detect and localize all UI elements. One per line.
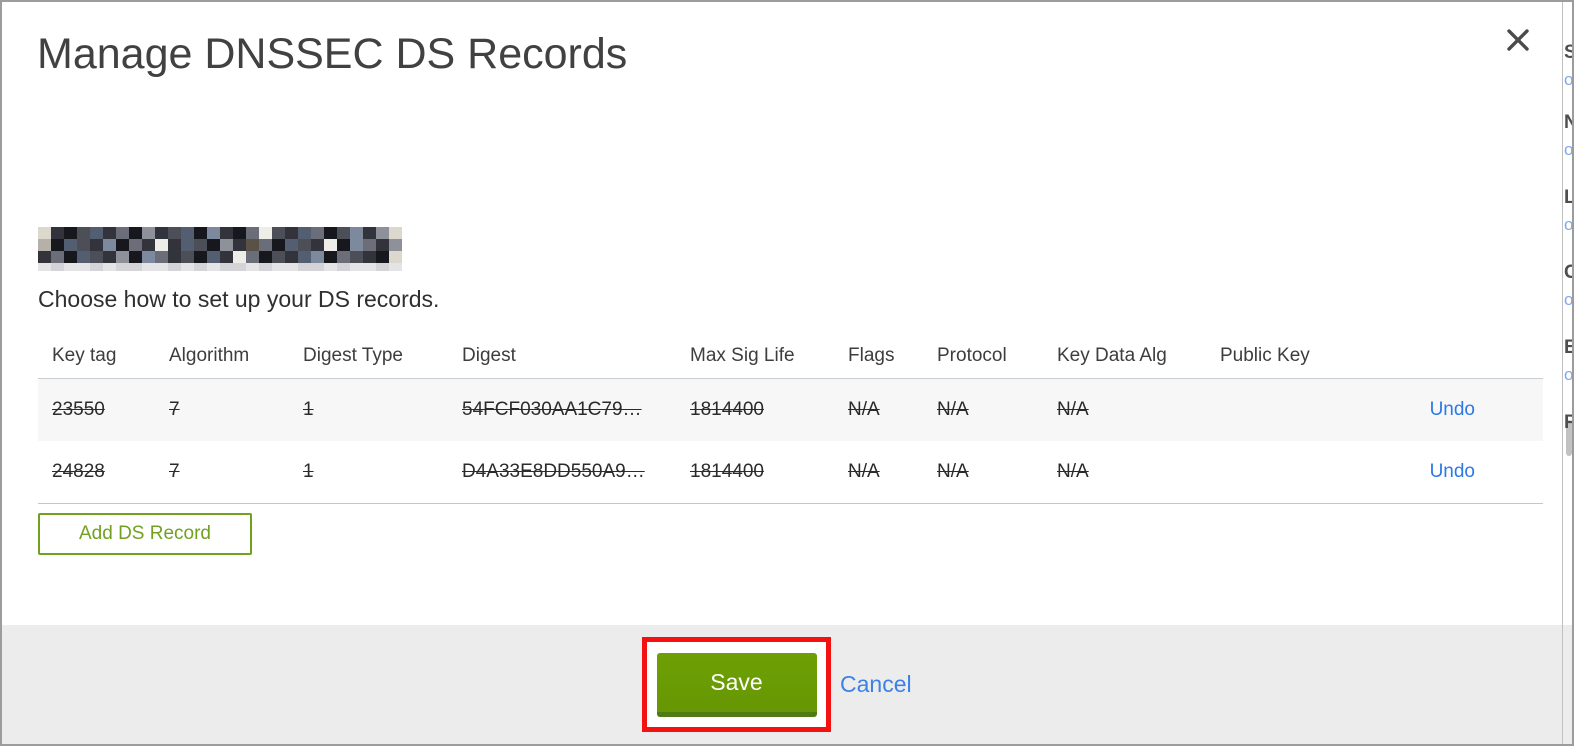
- cell-key-tag: 24828: [52, 461, 105, 482]
- cell-protocol: N/A: [937, 461, 969, 482]
- col-header-public-key: Public Key: [1220, 345, 1310, 366]
- col-header-max-sig-life: Max Sig Life: [690, 345, 795, 366]
- dialog-title: Manage DNSSEC DS Records: [37, 30, 628, 78]
- cell-algorithm: 7: [169, 399, 180, 420]
- cancel-link[interactable]: Cancel: [840, 671, 912, 698]
- cell-digest: D4A33E8DD550A9…: [462, 461, 645, 482]
- background-text-fragment: o: [1564, 140, 1572, 159]
- manage-dnssec-screenshot: Manage DNSSEC DS Records Choose how to s…: [0, 0, 1574, 746]
- col-header-algorithm: Algorithm: [169, 345, 250, 366]
- background-text-fragment: o: [1564, 215, 1572, 234]
- ds-record-row: 24828 7 1 D4A33E8DD550A9… 1814400 N/A N/…: [38, 441, 1543, 504]
- col-header-key-tag: Key tag: [52, 345, 117, 366]
- background-text-fragment: L: [1564, 187, 1572, 208]
- background-text-fragment: C: [1564, 262, 1572, 283]
- cell-max-sig-life: 1814400: [690, 399, 764, 420]
- col-header-key-data-alg: Key Data Alg: [1057, 345, 1167, 366]
- background-text-fragment: S: [1564, 42, 1572, 63]
- col-header-protocol: Protocol: [937, 345, 1007, 366]
- col-header-digest: Digest: [462, 345, 516, 366]
- background-text-fragment: N: [1564, 112, 1572, 133]
- undo-link[interactable]: Undo: [1430, 461, 1475, 482]
- close-icon: [1506, 28, 1530, 57]
- add-ds-record-button[interactable]: Add DS Record: [38, 513, 252, 555]
- cell-key-data-alg: N/A: [1057, 461, 1089, 482]
- annotation-highlight-box: Save: [642, 637, 831, 732]
- cell-digest-type: 1: [303, 461, 314, 482]
- dialog-description: Choose how to set up your DS records.: [38, 286, 440, 312]
- cell-protocol: N/A: [937, 399, 969, 420]
- domain-name-redacted: [38, 227, 402, 271]
- background-text-fragment: E: [1564, 337, 1572, 358]
- col-header-digest-type: Digest Type: [303, 345, 403, 366]
- cell-key-data-alg: N/A: [1057, 399, 1089, 420]
- background-text-fragment: o: [1564, 365, 1572, 384]
- cell-flags: N/A: [848, 461, 880, 482]
- table-header-row: Key tag Algorithm Digest Type Digest Max…: [38, 334, 1543, 378]
- background-footer-strip: [1563, 625, 1572, 744]
- cell-digest-type: 1: [303, 399, 314, 420]
- background-text-fragment: P: [1564, 412, 1572, 433]
- ds-records-table: Key tag Algorithm Digest Type Digest Max…: [38, 334, 1543, 504]
- col-header-flags: Flags: [848, 345, 895, 366]
- cell-max-sig-life: 1814400: [690, 461, 764, 482]
- cell-algorithm: 7: [169, 461, 180, 482]
- background-page-strip: SoNoLoCoEoP: [1563, 2, 1572, 744]
- background-text-fragment: o: [1564, 290, 1572, 309]
- save-button[interactable]: Save: [656, 652, 817, 717]
- cell-flags: N/A: [848, 399, 880, 420]
- close-button[interactable]: [1502, 26, 1534, 58]
- manage-dnssec-dialog: Manage DNSSEC DS Records Choose how to s…: [0, 0, 1563, 746]
- cell-key-tag: 23550: [52, 399, 105, 420]
- cell-digest: 54FCF030AA1C79…: [462, 399, 642, 420]
- ds-record-row: 23550 7 1 54FCF030AA1C79… 1814400 N/A N/…: [38, 378, 1543, 441]
- background-text-fragment: o: [1564, 70, 1572, 89]
- undo-link[interactable]: Undo: [1430, 399, 1475, 420]
